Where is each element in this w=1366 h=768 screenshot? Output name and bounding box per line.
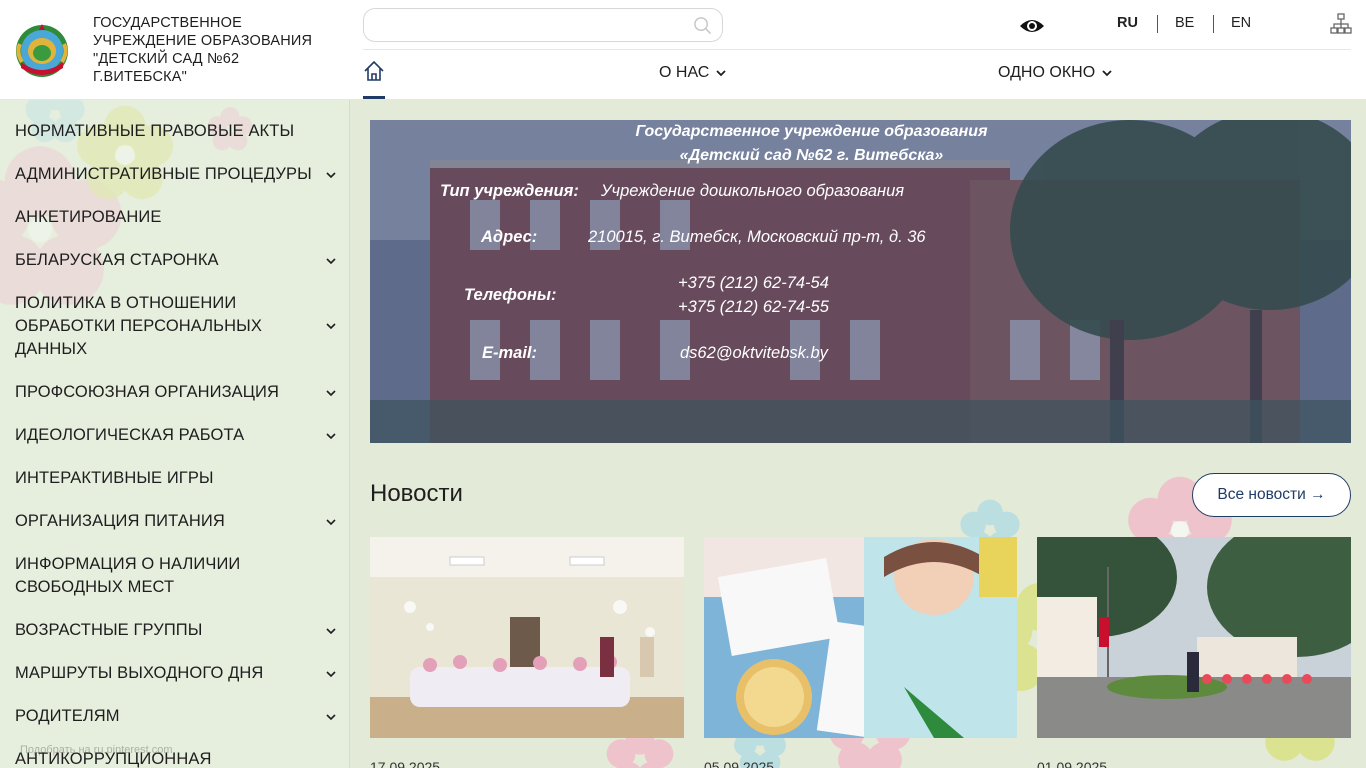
home-link[interactable]	[363, 60, 385, 99]
sidebar-item-label: АНКЕТИРОВАНИЕ	[15, 208, 162, 226]
lang-divider	[1213, 15, 1214, 33]
email-value[interactable]: ds62@oktvitebsk.by	[680, 344, 828, 363]
news-heading: Новости	[370, 480, 463, 507]
nav-about-label: О НАС	[659, 64, 710, 81]
chevron-down-icon[interactable]	[325, 668, 337, 680]
sidebar-menu: НОРМАТИВНЫЕ ПРАВОВЫЕ АКТЫ АДМИНИСТРАТИВН…	[0, 100, 350, 768]
sidebar-item-survey[interactable]: АНКЕТИРОВАНИЕ	[15, 206, 345, 229]
news-card[interactable]: 17.09.2025	[370, 537, 684, 768]
site-header: ГОСУДАРСТВЕННОЕ УЧРЕЖДЕНИЕ ОБРАЗОВАНИЯ "…	[0, 0, 1366, 100]
sidebar-item-label: ПРОФСОЮЗНАЯ ОРГАНИЗАЦИЯ	[15, 383, 280, 401]
news-date: 05.09.2025	[704, 759, 775, 768]
sidebar-item-label: ПОЛИТИКА В ОТНОШЕНИИ ОБРАБОТКИ ПЕРСОНАЛЬ…	[15, 294, 262, 358]
lang-ru[interactable]: RU	[1117, 15, 1138, 31]
banner-title-line1: Государственное учреждение образования	[635, 123, 988, 140]
address-value: 210015, г. Витебск, Московский пр-т, д. …	[588, 228, 926, 246]
sidebar-item-trade-union[interactable]: ПРОФСОЮЗНАЯ ОРГАНИЗАЦИЯ	[15, 381, 345, 404]
address-label: Адрес:	[481, 228, 538, 246]
chevron-down-icon	[1102, 70, 1112, 77]
search-icon[interactable]	[693, 16, 712, 35]
banner-title-line2: «Детский сад №62 г. Витебска»	[679, 147, 944, 164]
organization-name[interactable]: ГОСУДАРСТВЕННОЕ УЧРЕЖДЕНИЕ ОБРАЗОВАНИЯ "…	[93, 14, 333, 86]
accessibility-eye-icon[interactable]	[1019, 16, 1045, 36]
type-value: Учреждение дошкольного образования	[601, 182, 905, 200]
phone-1[interactable]: +375 (212) 62-74-54	[678, 274, 829, 293]
chevron-down-icon[interactable]	[325, 430, 337, 442]
chevron-down-icon[interactable]	[325, 320, 337, 332]
belarus-emblem-logo[interactable]	[14, 22, 70, 78]
news-card[interactable]: 05.09.2025	[704, 537, 1017, 768]
news-date: 01.09.2025	[1037, 759, 1108, 768]
search-input[interactable]	[364, 9, 684, 41]
sidebar-item-label: АНТИКОРРУПЦИОННАЯ	[15, 750, 212, 768]
news-photo-outdoor-ceremony[interactable]	[1037, 537, 1351, 738]
chevron-down-icon[interactable]	[325, 255, 337, 267]
sidebar-item-admin-procedures[interactable]: АДМИНИСТРАТИВНЫЕ ПРОЦЕДУРЫ	[15, 163, 345, 186]
nav-about[interactable]: О НАС	[659, 64, 727, 82]
lang-divider	[1157, 15, 1158, 33]
sidebar-item-catering[interactable]: ОРГАНИЗАЦИЯ ПИТАНИЯ	[15, 510, 345, 533]
sidebar-item-parents[interactable]: РОДИТЕЛЯМ	[15, 705, 345, 728]
sidebar-item-ideology[interactable]: ИДЕОЛОГИЧЕСКАЯ РАБОТА	[15, 424, 345, 447]
banner-content: Государственное учреждение образования «…	[370, 120, 1351, 443]
sidebar-item-age-groups[interactable]: ВОЗРАСТНЫЕ ГРУППЫ	[15, 619, 345, 642]
sidebar-item-belarusian-page[interactable]: БЕЛАРУСКАЯ СТАРОНКА	[15, 249, 345, 272]
sidebar-item-free-places[interactable]: ИНФОРМАЦИЯ О НАЛИЧИИ СВОБОДНЫХ МЕСТ	[15, 553, 265, 599]
all-news-button[interactable]: Все новости →	[1192, 473, 1351, 517]
chevron-down-icon[interactable]	[325, 625, 337, 637]
phones-label: Телефоны:	[464, 286, 557, 304]
active-nav-underline	[363, 96, 385, 99]
sidebar-item-personal-data-policy[interactable]: ПОЛИТИКА В ОТНОШЕНИИ ОБРАБОТКИ ПЕРСОНАЛЬ…	[15, 292, 265, 361]
home-icon	[364, 60, 384, 81]
news-photo-painting[interactable]	[704, 537, 1017, 738]
email-label: E-mail:	[482, 344, 538, 362]
sidebar-item-label: МАРШРУТЫ ВЫХОДНОГО ДНЯ	[15, 664, 264, 682]
nav-one-window-label: ОДНО ОКНО	[998, 64, 1096, 81]
sidebar-item-label: АДМИНИСТРАТИВНЫЕ ПРОЦЕДУРЫ	[15, 165, 312, 183]
chevron-down-icon[interactable]	[325, 711, 337, 723]
sidebar-item-legal-acts[interactable]: НОРМАТИВНЫЕ ПРАВОВЫЕ АКТЫ	[15, 120, 345, 143]
lang-en[interactable]: EN	[1231, 15, 1251, 31]
chevron-down-icon[interactable]	[325, 387, 337, 399]
sidebar-item-label: ОРГАНИЗАЦИЯ ПИТАНИЯ	[15, 512, 225, 530]
sidebar-item-weekend-routes[interactable]: МАРШРУТЫ ВЫХОДНОГО ДНЯ	[15, 662, 345, 685]
chevron-down-icon[interactable]	[325, 516, 337, 528]
sitemap-icon[interactable]	[1330, 13, 1352, 35]
sidebar-item-label: РОДИТЕЛЯМ	[15, 707, 120, 725]
search-box[interactable]	[363, 8, 723, 42]
nav-one-window[interactable]: ОДНО ОКНО	[998, 64, 1113, 82]
sidebar-item-anticorruption[interactable]: АНТИКОРРУПЦИОННАЯ	[15, 748, 345, 768]
phone-2[interactable]: +375 (212) 62-74-55	[678, 298, 829, 317]
news-photo-children-hall[interactable]	[370, 537, 684, 738]
news-date: 17.09.2025	[370, 759, 441, 768]
nav-divider	[363, 49, 1351, 50]
sidebar-item-label: НОРМАТИВНЫЕ ПРАВОВЫЕ АКТЫ	[15, 122, 295, 140]
lang-be[interactable]: BE	[1175, 15, 1194, 31]
chevron-down-icon	[716, 70, 726, 77]
sidebar-item-label: ИНФОРМАЦИЯ О НАЛИЧИИ СВОБОДНЫХ МЕСТ	[15, 555, 241, 596]
sidebar-item-label: ИНТЕРАКТИВНЫЕ ИГРЫ	[15, 469, 214, 487]
sidebar-item-interactive-games[interactable]: ИНТЕРАКТИВНЫЕ ИГРЫ	[15, 467, 345, 490]
sidebar-item-label: ИДЕОЛОГИЧЕСКАЯ РАБОТА	[15, 426, 245, 444]
type-label: Тип учреждения:	[440, 182, 579, 200]
info-banner: Государственное учреждение образования «…	[370, 120, 1351, 443]
sidebar-item-label: БЕЛАРУСКАЯ СТАРОНКА	[15, 251, 219, 269]
news-card[interactable]: 01.09.2025	[1037, 537, 1351, 768]
chevron-down-icon[interactable]	[325, 169, 337, 181]
sidebar-item-label: ВОЗРАСТНЫЕ ГРУППЫ	[15, 621, 203, 639]
